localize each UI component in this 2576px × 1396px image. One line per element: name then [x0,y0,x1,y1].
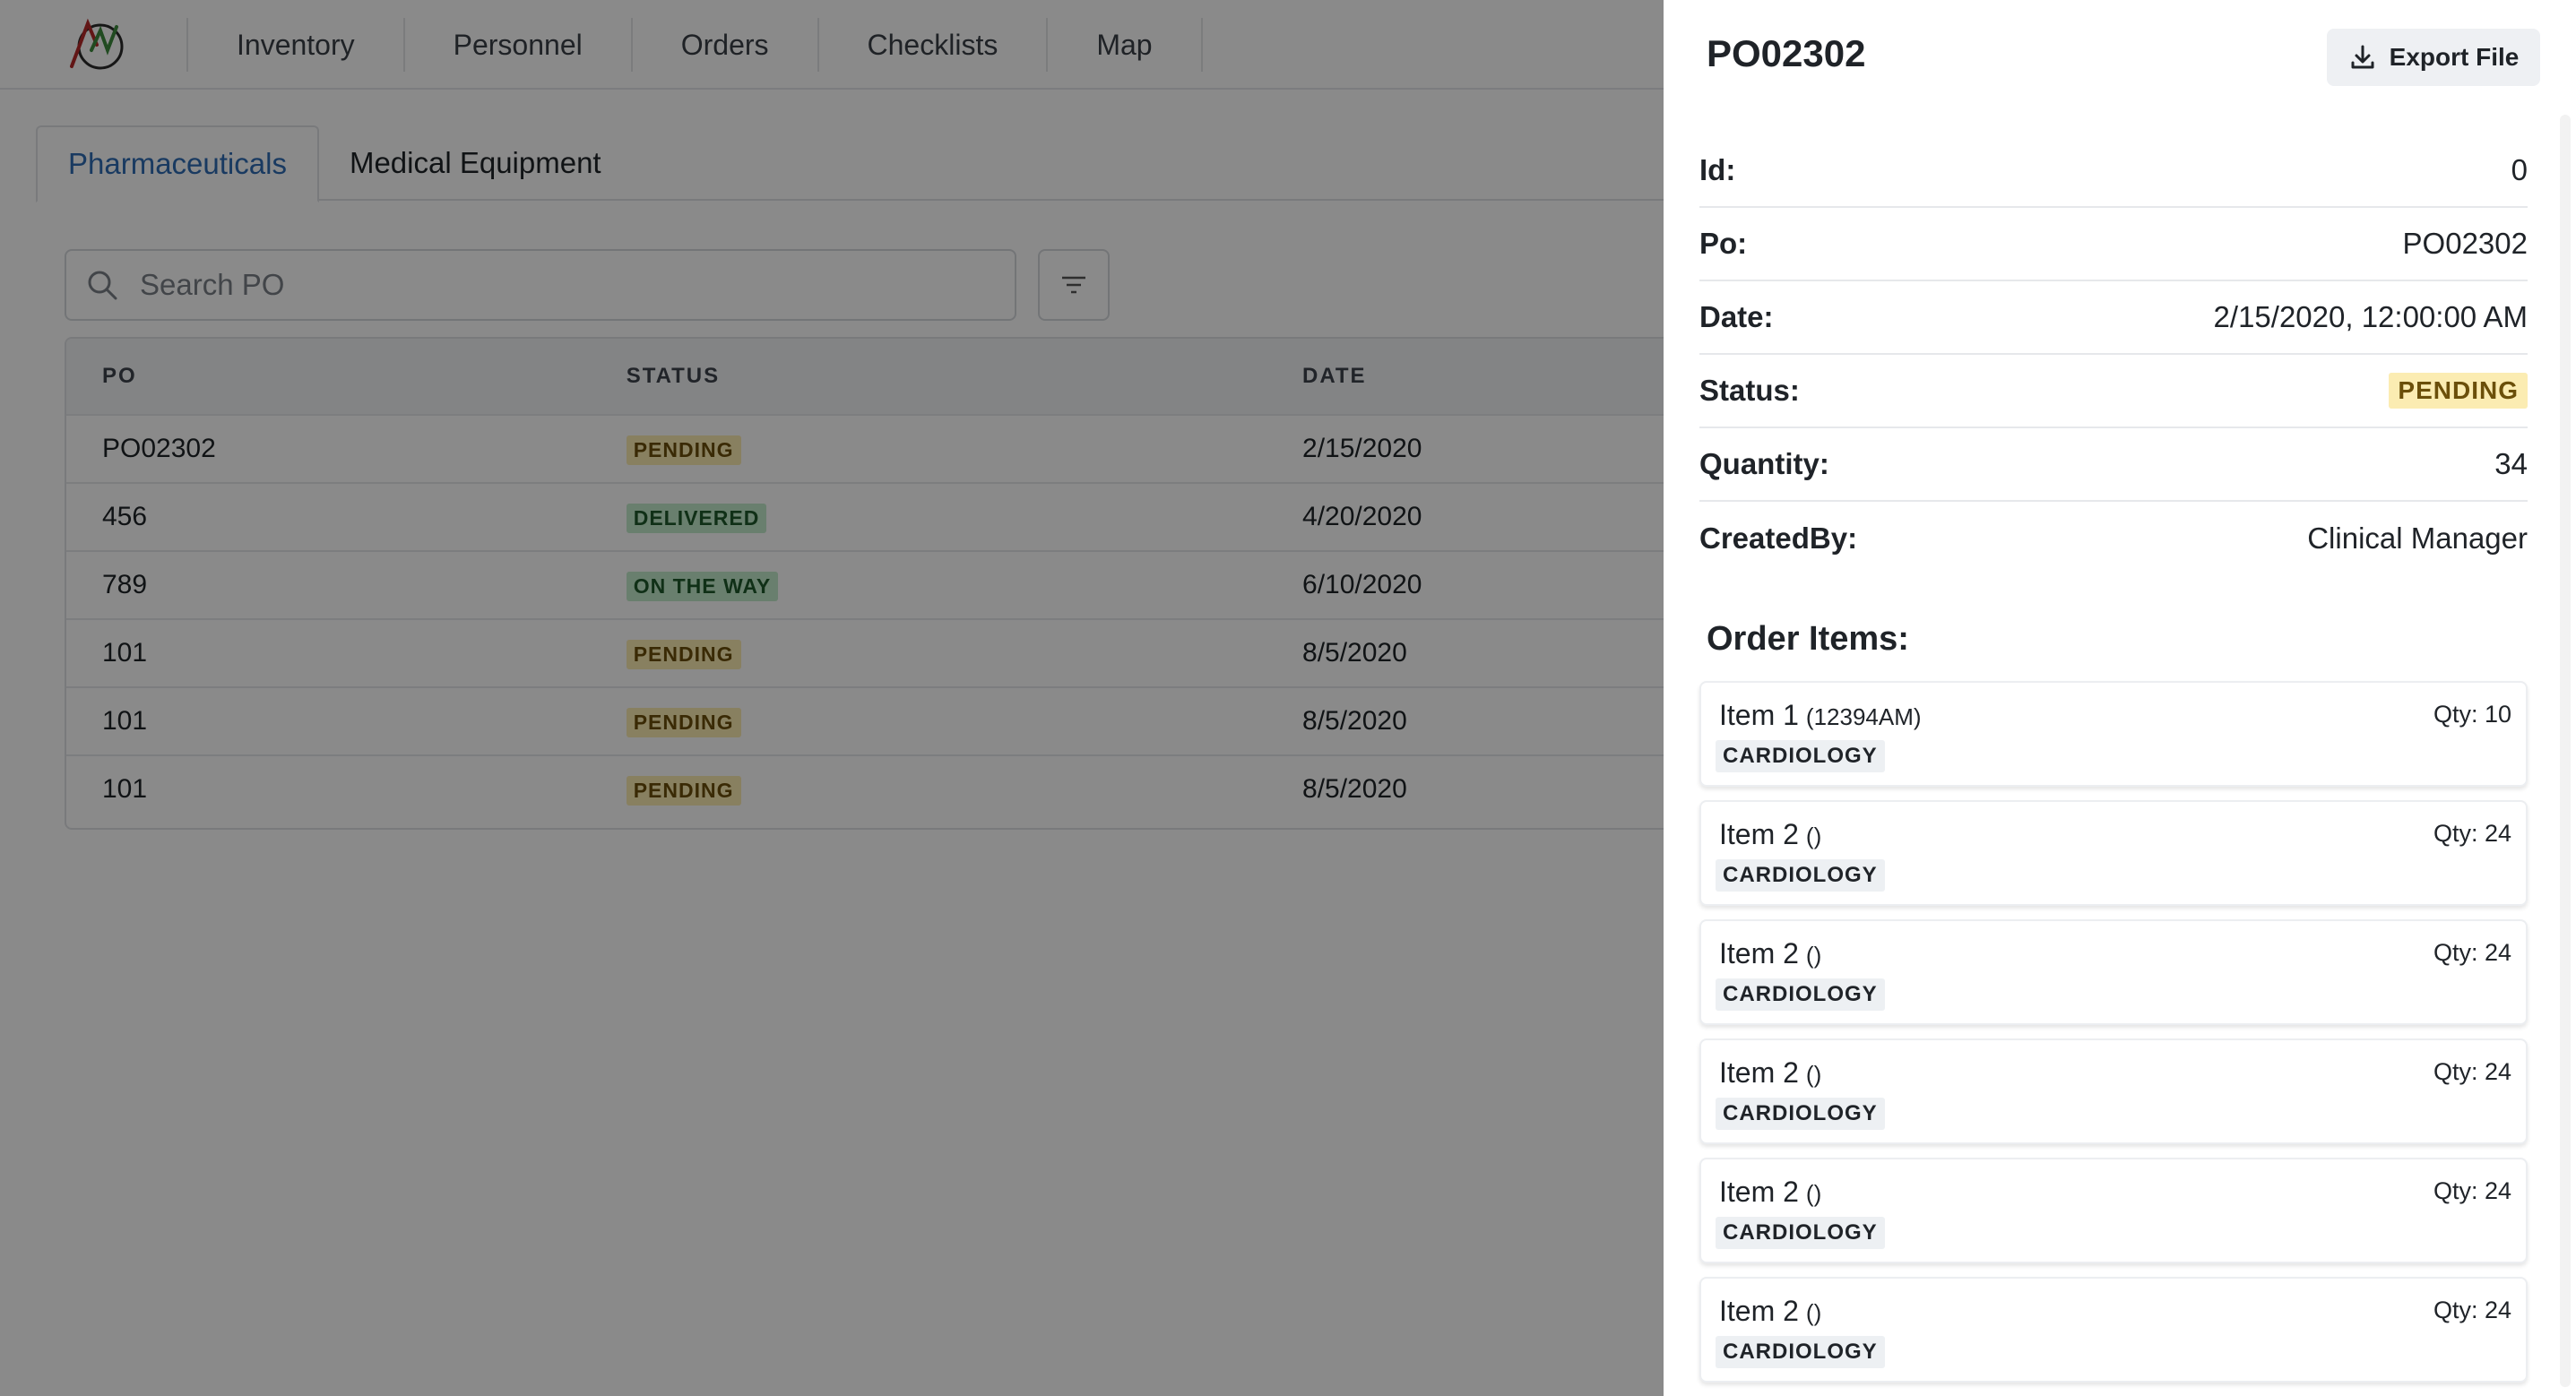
detail-value: 2/15/2020, 12:00:00 AM [2213,300,2528,333]
po-detail-drawer: PO02302 Export File Id: 0 Po: PO02302 Da… [1664,0,2576,1396]
item-name: Item 1 [1719,699,1799,731]
item-name: Item 2 [1719,1295,1799,1327]
detail-row-po: Po: PO02302 [1699,208,2528,281]
po-details: Id: 0 Po: PO02302 Date: 2/15/2020, 12:00… [1699,134,2528,575]
order-item-card[interactable]: Item 2() Qty: 24 CARDIOLOGY [1699,1277,2528,1383]
detail-row-quantity: Quantity: 34 [1699,428,2528,502]
department-tag: CARDIOLOGY [1716,859,1885,892]
order-item-card[interactable]: Item 2() Qty: 24 CARDIOLOGY [1699,919,2528,1025]
export-file-label: Export File [2389,43,2520,71]
department-tag: CARDIOLOGY [1716,1217,1885,1249]
detail-row-status: Status: PENDING [1699,355,2528,428]
order-items-list: Item 1 (12394AM) Qty: 10 CARDIOLOGY Item … [1699,681,2528,1396]
item-name: Item 2 [1719,818,1799,850]
item-quantity: Qty: 24 [2433,820,2511,847]
detail-value: 34 [2494,447,2528,480]
download-icon [2351,45,2374,69]
item-quantity: Qty: 24 [2433,939,2511,966]
status-badge: PENDING [2389,373,2528,409]
detail-row-createdby: CreatedBy: Clinical Manager [1699,502,2528,575]
detail-label: Status: [1699,374,1800,407]
detail-row-id: Id: 0 [1699,134,2528,208]
drawer-scrollbar[interactable] [2560,115,2571,1387]
order-item-card[interactable]: Item 2() Qty: 24 CARDIOLOGY [1699,800,2528,906]
detail-label: Quantity: [1699,447,1829,480]
detail-label: Po: [1699,227,1748,260]
detail-label: Date: [1699,300,1774,333]
item-quantity: Qty: 24 [2433,1297,2511,1323]
item-code: (12394AM) [1805,703,1922,730]
item-name: Item 2 [1719,937,1799,969]
department-tag: CARDIOLOGY [1716,740,1885,772]
item-quantity: Qty: 24 [2433,1058,2511,1085]
detail-row-date: Date: 2/15/2020, 12:00:00 AM [1699,281,2528,355]
drawer-title: PO02302 [1707,32,1866,74]
item-code: () [1805,1180,1822,1207]
item-code: () [1805,1061,1822,1088]
order-item-card[interactable]: Item 1 (12394AM) Qty: 10 CARDIOLOGY [1699,681,2528,787]
export-file-button[interactable]: Export File [2327,29,2540,86]
item-name: Item 2 [1719,1176,1799,1208]
order-item-card[interactable]: Item 2() Qty: 24 CARDIOLOGY [1699,1158,2528,1263]
item-quantity: Qty: 24 [2433,1177,2511,1204]
item-quantity: Qty: 10 [2433,701,2511,728]
order-items-heading: Order Items: [1707,620,1909,658]
department-tag: CARDIOLOGY [1716,978,1885,1011]
detail-value: PO02302 [2402,227,2528,260]
item-code: () [1805,1299,1822,1326]
detail-value: Clinical Manager [2307,521,2528,555]
detail-value: 0 [2511,153,2528,186]
department-tag: CARDIOLOGY [1716,1098,1885,1130]
detail-label: CreatedBy: [1699,521,1858,555]
item-code: () [1805,823,1822,849]
detail-label: Id: [1699,153,1736,186]
item-code: () [1805,942,1822,969]
item-name: Item 2 [1719,1056,1799,1089]
order-item-card[interactable]: Item 2() Qty: 24 CARDIOLOGY [1699,1038,2528,1144]
department-tag: CARDIOLOGY [1716,1336,1885,1368]
modal-backdrop[interactable] [0,0,1664,1396]
